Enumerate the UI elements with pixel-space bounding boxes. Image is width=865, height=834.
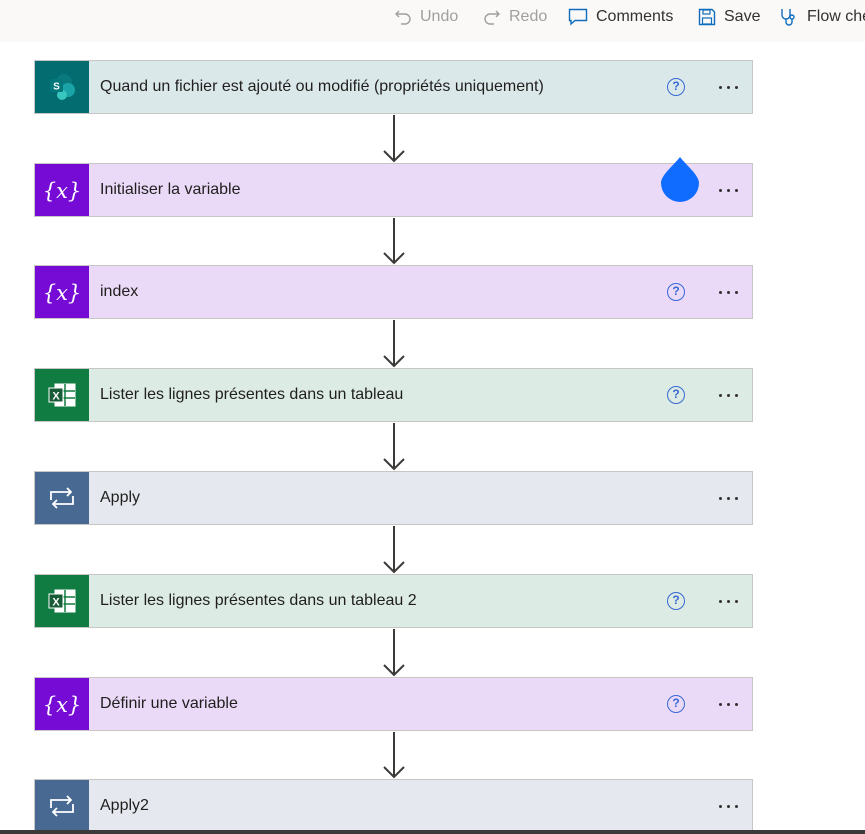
help-icon[interactable]: ? — [667, 283, 685, 301]
loop-icon — [35, 780, 89, 830]
flow-canvas: S Quand un fichier est ajouté ou modifié… — [0, 42, 865, 830]
flow-checker-label: Flow checker — [807, 8, 865, 25]
more-options-button[interactable] — [711, 73, 745, 101]
comments-label: Comments — [596, 8, 674, 25]
flow-step-title: Apply2 — [100, 797, 149, 814]
excel-icon: X — [35, 575, 89, 627]
help-icon[interactable]: ? — [667, 695, 685, 713]
excel-icon: X — [35, 369, 89, 421]
flow-step-title: Apply — [100, 489, 141, 506]
flow-step-apply[interactable]: Apply — [34, 471, 753, 525]
comments-button[interactable]: Comments — [568, 0, 673, 34]
flow-step-title: index — [100, 283, 139, 300]
svg-text:X: X — [52, 597, 60, 609]
bottom-edge-bar — [0, 830, 865, 834]
flow-step-set-variable[interactable]: {x} Définir une variable ? — [34, 677, 753, 731]
command-bar: Undo Redo Comments Save Flow checker — [0, 0, 865, 42]
flow-step-title: Définir une variable — [100, 695, 238, 712]
more-options-button[interactable] — [711, 278, 745, 306]
variable-icon: {x} — [35, 266, 89, 318]
flow-step-apply2[interactable]: Apply2 — [34, 779, 753, 830]
flow-step-title: Initialiser la variable — [100, 181, 241, 198]
stethoscope-icon — [781, 9, 795, 26]
sharepoint-icon: S — [35, 61, 89, 113]
flow-step-index[interactable]: {x} index ? — [34, 265, 753, 319]
more-options-button[interactable] — [711, 381, 745, 409]
svg-text:{x}: {x} — [43, 693, 82, 717]
flow-step-list-rows[interactable]: X Lister les lignes présentes dans un ta… — [34, 368, 753, 422]
flow-step-list-rows-2[interactable]: X Lister les lignes présentes dans un ta… — [34, 574, 753, 628]
svg-text:S: S — [53, 82, 60, 93]
comment-icon — [568, 8, 588, 26]
undo-label: Undo — [420, 8, 459, 25]
redo-icon — [484, 10, 500, 25]
flow-step-title: Quand un fichier est ajouté ou modifié (… — [100, 78, 544, 95]
flow-step-title: Lister les lignes présentes dans un tabl… — [100, 592, 417, 609]
loop-icon — [35, 472, 89, 524]
undo-button[interactable]: Undo — [394, 0, 458, 34]
connector-arrow — [383, 115, 405, 163]
svg-text:{x}: {x} — [43, 281, 82, 305]
variable-icon: {x} — [35, 164, 89, 216]
variable-icon: {x} — [35, 678, 89, 730]
flow-checker-button[interactable]: Flow checker — [779, 0, 865, 34]
more-options-button[interactable] — [711, 176, 745, 204]
connector-arrow — [383, 629, 405, 677]
connector-arrow — [383, 526, 405, 574]
undo-icon — [395, 10, 411, 25]
save-label: Save — [724, 8, 761, 25]
redo-button[interactable]: Redo — [483, 0, 547, 34]
more-options-button[interactable] — [711, 484, 745, 512]
flow-step-initialize-variable[interactable]: {x} Initialiser la variable ? — [34, 163, 753, 217]
connector-arrow — [383, 732, 405, 779]
more-options-button[interactable] — [711, 587, 745, 615]
svg-text:{x}: {x} — [43, 179, 82, 203]
help-icon[interactable]: ? — [667, 386, 685, 404]
connector-arrow — [383, 423, 405, 471]
tooltip-pointer-icon — [661, 157, 699, 202]
help-icon[interactable]: ? — [667, 78, 685, 96]
more-options-button[interactable] — [711, 690, 745, 718]
help-icon[interactable]: ? — [667, 592, 685, 610]
svg-text:X: X — [52, 391, 60, 403]
flow-step-trigger-sharepoint[interactable]: S Quand un fichier est ajouté ou modifié… — [34, 60, 753, 114]
save-button[interactable]: Save — [698, 0, 760, 34]
more-options-button[interactable] — [711, 792, 745, 820]
connector-arrow — [383, 218, 405, 265]
redo-label: Redo — [509, 8, 548, 25]
connector-arrow — [383, 320, 405, 368]
save-icon — [698, 8, 716, 26]
flow-step-title: Lister les lignes présentes dans un tabl… — [100, 386, 404, 403]
